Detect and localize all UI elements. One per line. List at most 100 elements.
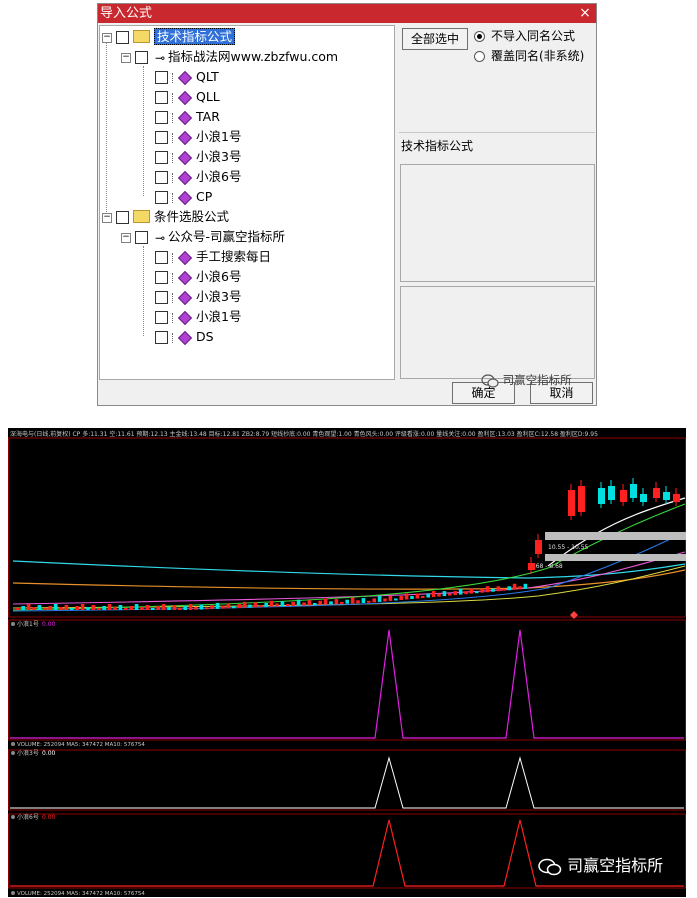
dialog-title: 导入公式 [100,6,153,21]
price-tag-bar-1 [545,532,686,540]
formula-tree[interactable]: − 技术指标公式 − ⊸ 指标战法网www.zbzfwu.com QLT QLL … [99,25,395,380]
checkbox[interactable] [155,291,168,304]
select-all-button[interactable]: 全部选中 [402,28,468,50]
candle [323,598,328,605]
stock-chart[interactable]: 深海电与(日线,前复权) CP 多:11.31 空:11.61 预期:12.13… [8,428,686,897]
tree-item[interactable]: 小浪3号 [155,288,241,306]
candle [399,595,403,600]
tree-item[interactable]: 手工搜索每日 [155,248,271,266]
tree-subgroup-account[interactable]: ⊸ 公众号-司赢空指标所 [135,228,285,246]
tree-item[interactable]: 小浪1号 [155,128,241,146]
candle [275,603,279,607]
close-icon[interactable]: × [577,4,593,23]
tree-item[interactable]: 小浪1号 [155,308,241,326]
candle [242,601,247,608]
checkbox[interactable] [116,211,129,224]
checkbox[interactable] [155,331,168,344]
tree-item[interactable]: QLT [155,68,219,86]
checkbox[interactable] [155,131,168,144]
bottom-volume-info: VOLUME: 252094 MA5: 347472 MA10: 576754 [17,891,145,897]
panel2-border [8,749,686,811]
candle [269,600,274,607]
candle [64,605,69,610]
panel1-border [8,619,686,741]
checkbox[interactable] [155,271,168,284]
candle [620,490,627,502]
candle [469,588,474,594]
collapse-icon[interactable]: − [121,53,131,63]
checkbox[interactable] [155,171,168,184]
collapse-icon[interactable]: − [102,213,112,223]
radio-skip-duplicates[interactable]: 不导入同名公式 [474,27,575,44]
tree-group-screening[interactable]: 条件选股公式 [116,208,229,226]
checkbox[interactable] [155,191,168,204]
formula-icon [177,70,193,85]
checkbox[interactable] [135,231,148,244]
candle [458,588,463,595]
description-box [400,164,595,282]
tree-item[interactable]: DS [155,328,214,346]
candle [507,586,511,591]
checkbox[interactable] [116,31,129,44]
candle [361,598,366,604]
candle [264,602,268,607]
candle [91,605,96,610]
tree-connector [143,246,144,336]
tree-item[interactable]: 小浪6号 [155,268,241,286]
candle [102,606,106,610]
checkbox[interactable] [155,311,168,324]
candle [568,490,575,516]
formula-icon [177,310,193,325]
panel1-value: 0.00 [42,621,56,628]
tree-connector [106,38,107,218]
collapse-icon[interactable]: − [102,33,112,43]
candle [194,606,198,610]
candle [535,540,542,554]
panel2-value: 0.00 [42,750,56,757]
candle [161,604,166,610]
candle [129,606,133,610]
tree-item[interactable]: 小浪6号 [155,168,241,186]
candle [53,604,58,610]
tree-subgroup-website[interactable]: ⊸ 指标战法网www.zbzfwu.com [135,48,338,66]
candle [367,600,371,603]
collapse-icon[interactable]: − [121,233,131,243]
radio-overwrite-duplicates[interactable]: 覆盖同名(非系统) [474,47,584,64]
checkbox[interactable] [155,91,168,104]
tree-subgroup-label: 公众号-司赢空指标所 [168,229,286,244]
candle [253,602,258,608]
candle [43,608,47,610]
formula-icon [177,150,193,165]
checkbox[interactable] [155,151,168,164]
tree-group-technical[interactable]: 技术指标公式 [116,28,236,46]
candle [80,604,85,610]
radio-icon[interactable] [474,51,485,62]
price-tag-bar-2 [545,554,686,561]
signal-marker [570,611,578,619]
main-panel-border [8,437,686,618]
wechat-icon [481,373,499,388]
candle [280,601,285,607]
tree-item[interactable]: CP [155,188,212,206]
tree-item[interactable]: TAR [155,108,220,126]
candle [183,606,187,610]
wechat-icon [538,858,562,875]
candle [426,593,430,598]
formula-icon [177,190,193,205]
folder-icon [133,210,150,223]
tree-item[interactable]: QLL [155,88,220,106]
candle [345,599,349,604]
candle [113,607,117,610]
candle [523,583,528,589]
checkbox[interactable] [155,111,168,124]
candle [475,591,479,594]
panel1-indicator-line [10,629,684,739]
radio-icon[interactable] [474,31,485,42]
candle [286,604,290,607]
tree-item[interactable]: 小浪3号 [155,148,241,166]
candle [302,602,306,606]
checkbox[interactable] [135,51,148,64]
checkbox[interactable] [155,71,168,84]
checkbox[interactable] [155,251,168,264]
candle [485,586,490,593]
